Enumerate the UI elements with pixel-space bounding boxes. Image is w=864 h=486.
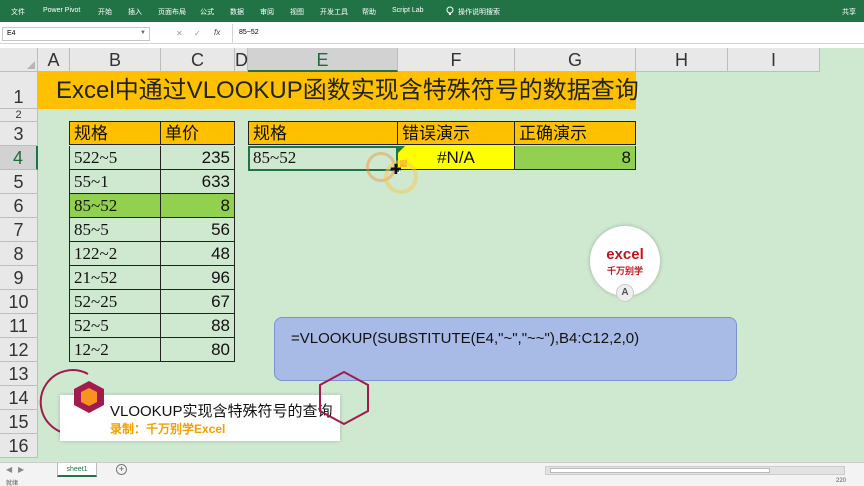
tab-data[interactable]: 数据 [230, 7, 244, 17]
zoom-level[interactable]: 220 [836, 478, 846, 484]
table-row-price[interactable]: 56 [161, 218, 235, 242]
table-row-price[interactable]: 235 [161, 146, 235, 170]
enter-icon[interactable]: ✓ [194, 29, 201, 38]
row-header-1[interactable]: 1 [0, 72, 38, 109]
status-bar: 就绪 220 [0, 478, 864, 486]
table-row-price[interactable]: 48 [161, 242, 235, 266]
channel-logo: excel 千万别学 A [590, 226, 660, 302]
table-row-spec[interactable]: 522~5 [69, 146, 161, 170]
tab-review[interactable]: 审阅 [260, 7, 274, 17]
table-row-price[interactable]: 633 [161, 170, 235, 194]
table-row-spec[interactable]: 52~5 [69, 314, 161, 338]
table-row-spec[interactable]: 12~2 [69, 338, 161, 362]
chevron-down-icon[interactable]: ▼ [140, 30, 146, 36]
header-price[interactable]: 单价 [161, 121, 235, 145]
cancel-icon[interactable]: ✕ [176, 29, 183, 38]
row-header-6[interactable]: 6 [0, 194, 38, 218]
column-header-g[interactable]: G [515, 48, 636, 72]
tab-script-lab[interactable]: Script Lab [392, 7, 424, 14]
header-wrong-demo[interactable]: 错误演示 [398, 121, 515, 145]
scroll-left-icon[interactable]: ◀ [6, 465, 12, 474]
column-header-f[interactable]: F [398, 48, 515, 72]
row-header-10[interactable]: 10 [0, 290, 38, 314]
header-spec[interactable]: 规格 [69, 121, 161, 145]
row-header-12[interactable]: 12 [0, 338, 38, 362]
sheet-tab-bar: ◀ ▶ sheet1 + [0, 462, 864, 478]
insert-function-icon[interactable]: fx [214, 28, 220, 37]
row-header-4[interactable]: 4 [0, 146, 38, 170]
row-header-7[interactable]: 7 [0, 218, 38, 242]
column-header-e[interactable]: E [248, 48, 398, 72]
name-box[interactable]: E4 ▼ [2, 27, 150, 41]
status-text: 就绪 [6, 481, 19, 486]
tab-power-pivot[interactable]: Power Pivot [43, 7, 80, 14]
tab-developer[interactable]: 开发工具 [320, 7, 348, 17]
table-row-price[interactable]: 88 [161, 314, 235, 338]
table-row-spec-highlight[interactable]: 85~52 [69, 194, 161, 218]
row-header-8[interactable]: 8 [0, 242, 38, 266]
tab-formulas[interactable]: 公式 [200, 7, 214, 17]
hexagon-outline-icon [319, 370, 369, 426]
logo-text: excel [606, 246, 644, 263]
scrollbar-thumb[interactable] [550, 468, 770, 473]
correct-result-cell[interactable]: 8 [515, 146, 636, 170]
tell-me-search[interactable]: 操作说明搜索 [458, 7, 500, 17]
add-sheet-button[interactable]: + [116, 464, 127, 475]
formula-bar: E4 ▼ ✕ ✓ fx 85~52 [0, 24, 864, 44]
lightbulb-icon [446, 6, 454, 15]
column-header-a[interactable]: A [38, 48, 70, 72]
table-row-price-highlight[interactable]: 8 [161, 194, 235, 218]
share-button[interactable]: 共享 [842, 7, 856, 17]
logo-subtext: 千万别学 [606, 266, 643, 276]
table-row-spec[interactable]: 55~1 [69, 170, 161, 194]
column-header-c[interactable]: C [161, 48, 235, 72]
error-result-cell[interactable]: #N/A [398, 146, 515, 170]
table-row-spec[interactable]: 21~52 [69, 266, 161, 290]
tab-file[interactable]: 文件 [11, 7, 25, 17]
formula-input[interactable]: 85~52 [232, 24, 864, 44]
column-header-d[interactable]: D [235, 48, 248, 72]
select-all-button[interactable] [0, 48, 38, 72]
ribbon: 文件 Power Pivot 开始 插入 页面布局 公式 数据 审阅 视图 开发… [0, 0, 864, 22]
sheet-title[interactable]: Excel中通过VLOOKUP函数实现含特殊符号的数据查询 [38, 72, 639, 109]
column-header-h[interactable]: H [636, 48, 728, 72]
table-row-spec[interactable]: 122~2 [69, 242, 161, 266]
table-row-price[interactable]: 96 [161, 266, 235, 290]
sheet-tab-sheet1[interactable]: sheet1 [57, 463, 97, 477]
tab-home[interactable]: 开始 [98, 7, 112, 17]
table-row-price[interactable]: 67 [161, 290, 235, 314]
row-header-3[interactable]: 3 [0, 122, 38, 146]
row-header-16[interactable]: 16 [0, 434, 38, 458]
column-header-i[interactable]: I [728, 48, 820, 72]
header-correct-demo[interactable]: 正确演示 [515, 121, 636, 145]
table-row-spec[interactable]: 85~5 [69, 218, 161, 242]
scroll-right-icon[interactable]: ▶ [18, 465, 24, 474]
horizontal-scrollbar[interactable] [545, 466, 845, 475]
header-spec-2[interactable]: 规格 [248, 121, 398, 145]
name-box-value: E4 [7, 30, 16, 37]
cell-cursor-icon: ✚ [390, 161, 402, 177]
row-header-9[interactable]: 9 [0, 266, 38, 290]
row-header-11[interactable]: 11 [0, 314, 38, 338]
error-indicator-icon [397, 146, 405, 154]
row-header-5[interactable]: 5 [0, 170, 38, 194]
hexagon-badge-icon [74, 381, 104, 413]
caption-subtitle: 录制：千万别学Excel [110, 422, 226, 436]
table-row-price[interactable]: 80 [161, 338, 235, 362]
tab-help[interactable]: 帮助 [362, 7, 376, 17]
tab-insert[interactable]: 插入 [128, 7, 142, 17]
row-header-2[interactable]: 2 [0, 109, 38, 122]
caption-title: VLOOKUP实现含特殊符号的查询 [110, 403, 333, 420]
avatar: A [616, 284, 634, 302]
tab-page-layout[interactable]: 页面布局 [158, 7, 186, 17]
tab-view[interactable]: 视图 [290, 7, 304, 17]
table-row-spec[interactable]: 52~25 [69, 290, 161, 314]
worksheet-grid[interactable]: A B C D E F G H I 1 2 3 4 5 6 7 8 9 10 1… [0, 48, 864, 462]
column-header-b[interactable]: B [70, 48, 161, 72]
